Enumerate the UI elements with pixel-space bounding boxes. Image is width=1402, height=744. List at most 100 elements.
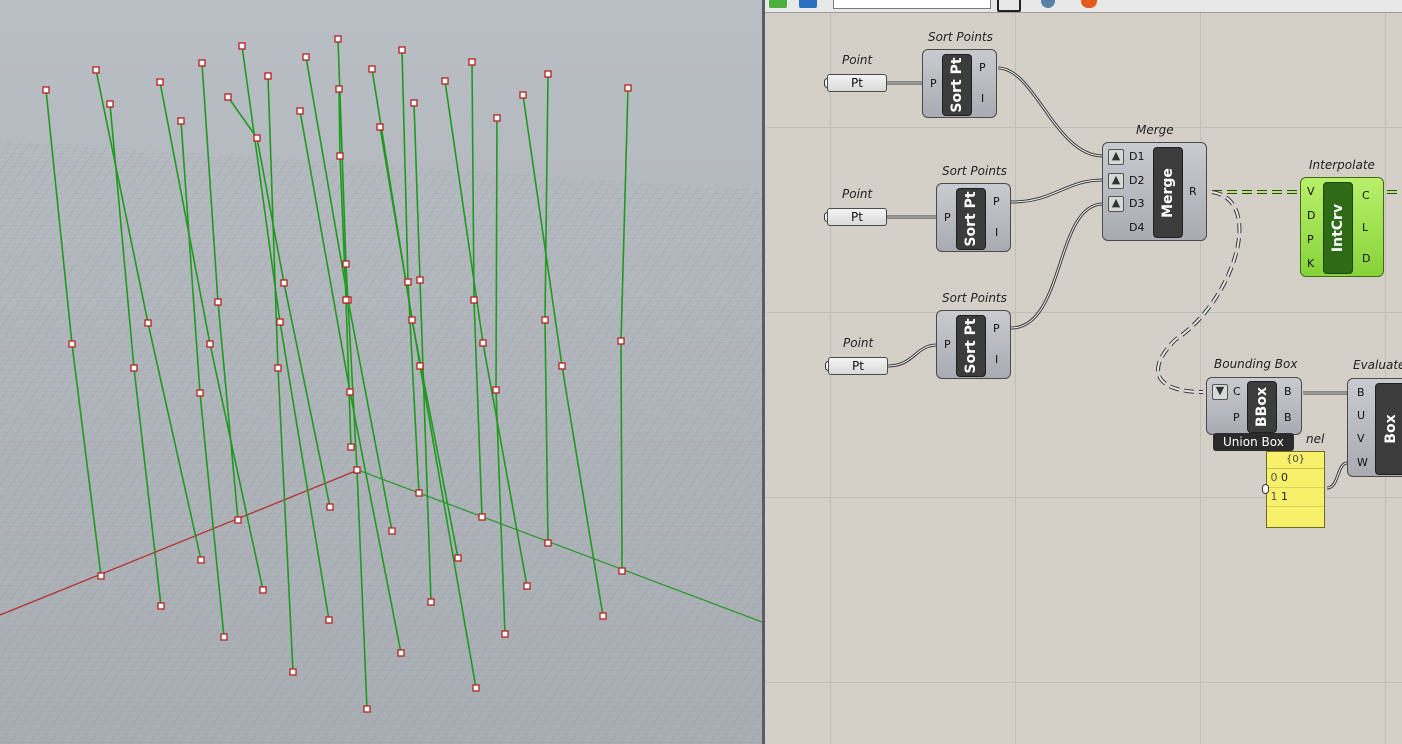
sort2-output-i[interactable]: I: [995, 226, 998, 239]
intcrv-input-p[interactable]: P: [1307, 233, 1314, 246]
point-marker[interactable]: [617, 337, 625, 345]
grasshopper-canvas[interactable]: Point Pt Point Pt Point Pt Sort Points P…: [765, 0, 1402, 744]
point-marker[interactable]: [523, 582, 531, 590]
point-marker[interactable]: [220, 633, 228, 641]
point-marker[interactable]: [92, 66, 100, 74]
point-marker[interactable]: [157, 602, 165, 610]
point-marker[interactable]: [68, 340, 76, 348]
point-marker[interactable]: [156, 78, 164, 86]
point-marker[interactable]: [558, 362, 566, 370]
point-marker[interactable]: [454, 554, 462, 562]
point-marker[interactable]: [224, 93, 232, 101]
eval-input-b[interactable]: B: [1357, 386, 1365, 399]
bbox-output-b2[interactable]: B: [1284, 411, 1292, 424]
point-marker[interactable]: [397, 649, 405, 657]
point-marker[interactable]: [415, 489, 423, 497]
intcrv-output-l[interactable]: L: [1362, 221, 1368, 234]
point-marker[interactable]: [472, 684, 480, 692]
eval-input-u[interactable]: U: [1357, 409, 1365, 422]
point-marker[interactable]: [198, 59, 206, 67]
point-marker[interactable]: [342, 296, 350, 304]
point-marker[interactable]: [336, 152, 344, 160]
point-1-param[interactable]: Pt: [827, 74, 887, 92]
interpolate-component[interactable]: V D P K IntCrv C L D: [1300, 177, 1384, 277]
bbox-output-b1[interactable]: B: [1284, 385, 1292, 398]
panel-component[interactable]: {0} 00 11: [1266, 451, 1325, 528]
point-marker[interactable]: [468, 58, 476, 66]
panel-input-grip[interactable]: [1262, 484, 1269, 494]
sort1-output-p[interactable]: P: [979, 61, 986, 74]
merge-input-d1[interactable]: D1: [1129, 150, 1144, 163]
point-marker[interactable]: [441, 77, 449, 85]
point-marker[interactable]: [97, 572, 105, 580]
rhino-perspective-viewport[interactable]: [0, 0, 762, 744]
merge-input-d3[interactable]: D3: [1129, 197, 1144, 210]
arrow-up-icon[interactable]: ▲: [1108, 149, 1124, 165]
point-marker[interactable]: [276, 318, 284, 326]
merge-component[interactable]: ▲ D1 ▲ D2 ▲ D3 D4 Merge R: [1102, 142, 1207, 241]
bbox-input-c[interactable]: C: [1233, 385, 1241, 398]
sort3-input-p[interactable]: P: [944, 338, 951, 351]
intcrv-input-d[interactable]: D: [1307, 209, 1315, 222]
point-marker[interactable]: [479, 339, 487, 347]
point-marker[interactable]: [325, 616, 333, 624]
point-marker[interactable]: [501, 630, 509, 638]
point-marker[interactable]: [274, 364, 282, 372]
point-marker[interactable]: [335, 85, 343, 93]
sort-points-2-component[interactable]: P Sort Pt P I: [936, 183, 1011, 252]
point-marker[interactable]: [42, 86, 50, 94]
point-marker[interactable]: [106, 100, 114, 108]
arrow-up-icon[interactable]: ▲: [1108, 196, 1124, 212]
arrow-up-icon[interactable]: ▲: [1108, 173, 1124, 189]
merge-output-r[interactable]: R: [1189, 185, 1197, 198]
point-marker[interactable]: [280, 279, 288, 287]
point-marker[interactable]: [427, 598, 435, 606]
bbox-input-p[interactable]: P: [1233, 411, 1240, 424]
point-marker[interactable]: [388, 527, 396, 535]
point-marker[interactable]: [416, 276, 424, 284]
point-marker[interactable]: [478, 513, 486, 521]
point-marker[interactable]: [334, 35, 342, 43]
point-marker[interactable]: [544, 70, 552, 78]
point-marker[interactable]: [398, 46, 406, 54]
point-marker[interactable]: [289, 668, 297, 676]
point-marker[interactable]: [326, 503, 334, 511]
point-marker[interactable]: [470, 296, 478, 304]
point-marker[interactable]: [544, 539, 552, 547]
intcrv-output-c[interactable]: C: [1362, 189, 1370, 202]
point-marker[interactable]: [492, 386, 500, 394]
point-marker[interactable]: [347, 443, 355, 451]
point-marker[interactable]: [238, 42, 246, 50]
arrow-down-icon[interactable]: ▼: [1212, 384, 1228, 400]
point-3-param[interactable]: Pt: [828, 357, 888, 375]
point-marker[interactable]: [541, 316, 549, 324]
point-marker[interactable]: [599, 612, 607, 620]
sort1-input-p[interactable]: P: [930, 77, 937, 90]
point-marker[interactable]: [196, 389, 204, 397]
point-marker[interactable]: [519, 91, 527, 99]
sort1-output-i[interactable]: I: [981, 92, 984, 105]
point-marker[interactable]: [177, 117, 185, 125]
point-marker[interactable]: [144, 319, 152, 327]
eval-input-v[interactable]: V: [1357, 432, 1365, 445]
point-2-param[interactable]: Pt: [827, 208, 887, 226]
point-marker[interactable]: [353, 466, 361, 474]
point-marker[interactable]: [197, 556, 205, 564]
point-marker[interactable]: [404, 278, 412, 286]
point-marker[interactable]: [368, 65, 376, 73]
point-marker[interactable]: [130, 364, 138, 372]
merge-input-d2[interactable]: D2: [1129, 174, 1144, 187]
point-marker[interactable]: [296, 107, 304, 115]
point-marker[interactable]: [346, 388, 354, 396]
point-marker[interactable]: [206, 340, 214, 348]
point-marker[interactable]: [259, 586, 267, 594]
merge-input-d4[interactable]: D4: [1129, 221, 1144, 234]
evaluate-box-component[interactable]: B U V W Box: [1347, 378, 1402, 477]
sort-points-1-component[interactable]: P Sort Pt P I: [922, 49, 997, 118]
bounding-box-component[interactable]: ▼ C P BBox B B: [1206, 377, 1302, 435]
point-marker[interactable]: [408, 316, 416, 324]
point-marker[interactable]: [214, 298, 222, 306]
point-marker[interactable]: [376, 123, 384, 131]
intcrv-input-k[interactable]: K: [1307, 257, 1314, 270]
point-marker[interactable]: [493, 114, 501, 122]
